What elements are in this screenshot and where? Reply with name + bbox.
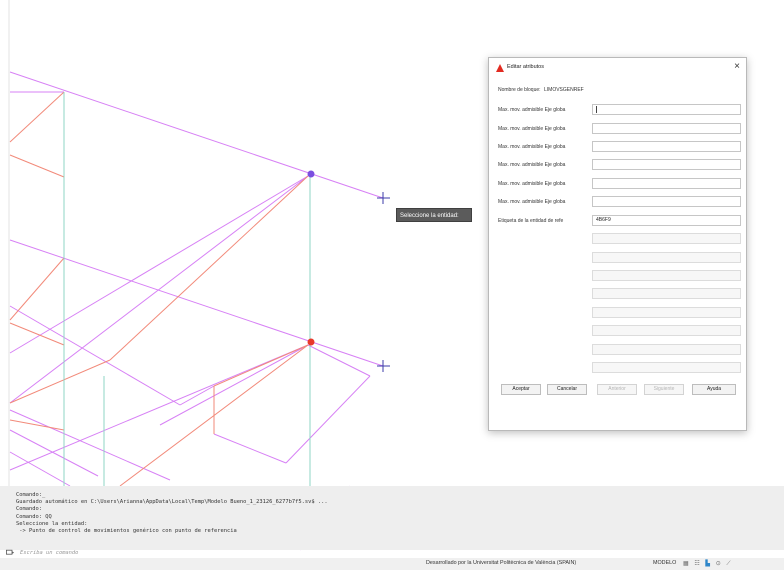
snap-icon[interactable]: ☷ <box>694 561 699 567</box>
dialog-title: Editar atributos <box>507 64 544 70</box>
close-icon[interactable]: × <box>734 61 740 73</box>
attribute-label: Etiqueta de la entidad de refe <box>498 218 564 224</box>
crosshair-cursor-lower <box>377 360 390 372</box>
command-history-line: Guardado automático en C:\Users\Arianna\… <box>16 499 328 506</box>
attribute-input[interactable] <box>592 196 741 207</box>
attribute-input[interactable] <box>592 178 741 189</box>
command-line-panel: Comando:_ Guardado automático en C:\Users… <box>0 486 784 550</box>
isodraft-icon[interactable]: ⟋ <box>726 561 730 567</box>
command-history-line: Comando: <box>16 506 42 513</box>
ortho-icon[interactable]: ▙ <box>705 561 710 567</box>
help-button[interactable]: Ayuda <box>692 384 736 395</box>
attribute-label: Max. mov. admisible Eje globa <box>498 126 566 132</box>
model-tab[interactable]: MODELO <box>653 560 676 566</box>
credit-text: Desarrollado por la Universitat Politècn… <box>426 560 577 566</box>
empty-attribute-input <box>592 307 741 318</box>
grid-icon[interactable]: ▦ <box>683 561 689 567</box>
empty-attribute-input <box>592 288 741 299</box>
selection-tooltip: Seleccione la entidad: <box>396 208 472 222</box>
empty-attribute-input <box>592 344 741 355</box>
crosshair-cursor-upper <box>377 192 390 204</box>
cancel-button[interactable]: Cancelar <box>547 384 587 395</box>
command-history: Comando:_ Guardado automático en C:\Users… <box>16 492 328 535</box>
attribute-input[interactable] <box>592 141 741 152</box>
polar-icon[interactable]: ⊙ <box>716 561 721 567</box>
previous-button: Anterior <box>597 384 637 395</box>
block-name-value: LIMOVSGENREF <box>544 87 584 93</box>
next-button: Siguiente <box>644 384 684 395</box>
attribute-label: Max. mov. admisible Eje globa <box>498 107 566 113</box>
attribute-label: Max. mov. admisible Eje globa <box>498 162 566 168</box>
command-input[interactable]: Escriba un comando <box>20 549 320 557</box>
dialog-title-bar[interactable]: Editar atributos × <box>489 58 746 78</box>
attribute-label: Max. mov. admisible Eje globa <box>498 181 566 187</box>
attribute-input[interactable] <box>592 159 741 170</box>
command-history-line: Seleccione la entidad: <box>16 520 88 527</box>
command-prompt-icon[interactable] <box>6 549 14 557</box>
status-toggles: ▦ ☷ ▙ ⊙ ⟋ <box>683 560 735 568</box>
empty-attribute-input <box>592 325 741 336</box>
magenta-beams <box>9 71 384 551</box>
empty-attribute-input <box>592 252 741 263</box>
ok-button[interactable]: Aceptar <box>501 384 541 395</box>
app-logo-icon <box>496 64 504 72</box>
status-bar: Desarrollado por la Universitat Politècn… <box>0 558 784 570</box>
selected-node-purple[interactable] <box>307 170 315 178</box>
command-history-line: Comando: QQ <box>16 513 52 520</box>
empty-attribute-input <box>592 362 741 373</box>
attribute-label: Max. mov. admisible Eje globa <box>498 144 566 150</box>
block-name-label: Nombre de bloque: <box>498 87 541 93</box>
command-history-line: -> Punto de control de movimientos genér… <box>16 528 237 535</box>
edit-attributes-dialog: Editar atributos × Nombre de bloque: LIM… <box>488 57 747 431</box>
attribute-input[interactable]: 4B6F9 <box>592 215 741 226</box>
empty-attribute-input <box>592 233 741 244</box>
attribute-input[interactable] <box>592 123 741 134</box>
attribute-input[interactable] <box>592 104 741 115</box>
attribute-label: Max. mov. admisible Eje globa <box>498 199 566 205</box>
empty-attribute-input <box>592 270 741 281</box>
selected-node-red[interactable] <box>307 338 315 346</box>
